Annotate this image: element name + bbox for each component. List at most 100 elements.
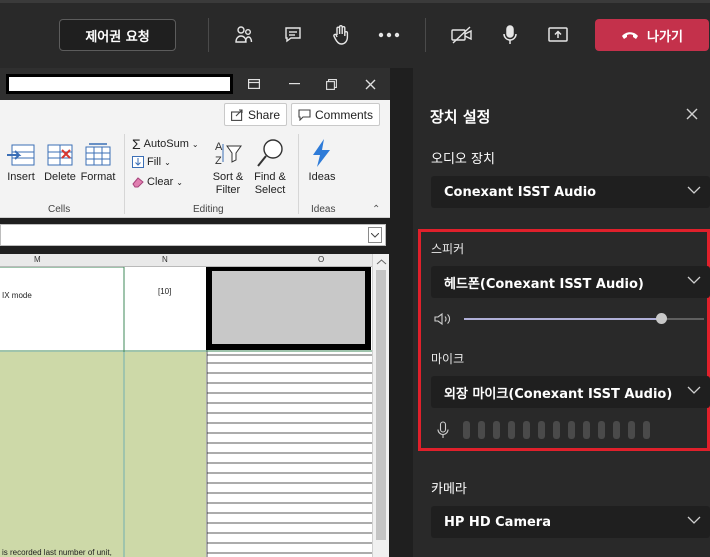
- share-icon: [231, 108, 243, 121]
- shared-screen: Share Comments Insert Delete Format Cell…: [0, 68, 408, 557]
- comments-button[interactable]: Comments: [291, 103, 381, 126]
- cell-bottom-text: is recorded last number of unit,: [2, 548, 112, 557]
- request-control-button[interactable]: 제어권 요청: [59, 19, 176, 51]
- clear-label: Clear: [147, 176, 174, 188]
- share-button[interactable]: Share: [224, 103, 288, 126]
- top-strip: [0, 0, 710, 3]
- raise-hand-icon[interactable]: [326, 20, 356, 50]
- share-border: [390, 68, 408, 557]
- fill-button[interactable]: Fill ⌄: [132, 156, 171, 168]
- ribbon-display-icon[interactable]: [243, 74, 265, 94]
- mic-level-bar: [598, 421, 605, 439]
- device-settings-panel: 장치 설정 오디오 장치 Conexant ISST Audio 스피커 헤드폰…: [413, 68, 710, 557]
- mic-level-meter: [463, 421, 650, 439]
- ribbon-divider: [124, 134, 125, 214]
- mic-level-bar: [553, 421, 560, 439]
- column-header-m[interactable]: M: [34, 255, 41, 264]
- mic-level-bar: [493, 421, 500, 439]
- scroll-up-icon[interactable]: [373, 255, 390, 269]
- restore-icon[interactable]: [320, 74, 342, 94]
- redacted-title: [6, 74, 233, 94]
- more-icon[interactable]: [374, 20, 404, 50]
- close-icon[interactable]: [685, 106, 701, 122]
- formula-expand-icon[interactable]: [368, 227, 382, 243]
- toolbar-separator: [425, 18, 426, 52]
- volume-slider-thumb[interactable]: [655, 313, 667, 324]
- cells-group-label: Cells: [48, 204, 71, 215]
- panel-title: 장치 설정: [430, 108, 491, 126]
- column-headers: M N O: [0, 254, 372, 267]
- format-label: Format: [80, 171, 116, 183]
- cell-m-text: IX mode: [2, 291, 32, 300]
- editing-group-label: Editing: [193, 204, 224, 215]
- cell-n-text: [10]: [158, 287, 172, 296]
- formula-bar[interactable]: [0, 224, 386, 246]
- scroll-thumb[interactable]: [376, 270, 386, 540]
- mic-level-bar: [523, 421, 530, 439]
- format-button[interactable]: Format: [80, 136, 116, 184]
- speaker-device-value: 헤드폰(Conexant ISST Audio): [444, 276, 644, 292]
- spreadsheet-grid[interactable]: IX mode [10] is recorded last number of …: [0, 267, 372, 557]
- minimize-icon[interactable]: [283, 74, 305, 94]
- lightning-icon: [313, 139, 330, 167]
- eraser-icon: [132, 177, 144, 188]
- share-screen-icon[interactable]: [543, 20, 573, 50]
- camera-off-icon[interactable]: [447, 20, 477, 50]
- magnifier-icon: [257, 139, 283, 167]
- sort-filter-button[interactable]: AZ Sort & Filter: [208, 136, 248, 197]
- ribbon-divider: [298, 134, 299, 214]
- speaker-label: 스피커: [431, 242, 465, 256]
- clear-button[interactable]: Clear ⌄: [132, 176, 183, 188]
- column-header-o[interactable]: O: [318, 255, 324, 264]
- audio-device-dropdown[interactable]: Conexant ISST Audio: [431, 176, 710, 208]
- mic-level-bar: [643, 421, 650, 439]
- find-select-label: Find & Select: [254, 171, 286, 196]
- microphone-icon: [437, 421, 449, 438]
- highlight-box: [418, 229, 710, 451]
- mic-dropdown[interactable]: 외장 마이크(Conexant ISST Audio): [431, 376, 710, 408]
- autosum-label: AutoSum: [143, 138, 189, 150]
- camera-label: 카메라: [431, 482, 467, 497]
- delete-label: Delete: [44, 171, 76, 183]
- find-select-button[interactable]: Find & Select: [250, 136, 290, 197]
- delete-button[interactable]: Delete: [42, 136, 78, 184]
- meeting-toolbar: 제어권 요청 나가기: [0, 0, 710, 68]
- chevron-down-icon: ⌄: [164, 157, 171, 167]
- vertical-scrollbar[interactable]: [372, 254, 389, 557]
- ideas-button[interactable]: Ideas: [303, 136, 341, 184]
- mic-level-bar: [508, 421, 515, 439]
- fill-label: Fill: [147, 156, 162, 168]
- mic-device-value: 외장 마이크(Conexant ISST Audio): [444, 386, 673, 402]
- speaker-dropdown[interactable]: 헤드폰(Conexant ISST Audio): [431, 266, 710, 298]
- chevron-down-icon: [687, 516, 701, 524]
- close-icon[interactable]: [359, 74, 381, 94]
- autosum-button[interactable]: Σ AutoSum ⌄: [132, 136, 199, 152]
- toolbar-separator: [208, 18, 209, 52]
- hangup-icon: [622, 32, 639, 39]
- insert-cells-icon: [7, 144, 35, 166]
- mic-level-bar: [478, 421, 485, 439]
- format-cells-icon: [85, 143, 111, 166]
- column-header-n[interactable]: N: [162, 255, 168, 264]
- delete-cells-icon: [47, 144, 73, 166]
- chevron-down-icon: [687, 186, 701, 194]
- mic-level-bar: [463, 421, 470, 439]
- ideas-group-label: Ideas: [311, 204, 336, 215]
- chevron-down-icon: ⌄: [176, 177, 183, 187]
- ideas-label: Ideas: [308, 171, 336, 183]
- sort-filter-icon: AZ: [215, 141, 242, 167]
- leave-button[interactable]: 나가기: [595, 19, 709, 51]
- insert-label: Insert: [7, 171, 35, 183]
- insert-button[interactable]: Insert: [4, 136, 38, 184]
- leave-label: 나가기: [647, 29, 683, 45]
- chat-icon[interactable]: [278, 20, 308, 50]
- mic-level-bar: [583, 421, 590, 439]
- camera-dropdown[interactable]: HP HD Camera: [431, 506, 710, 538]
- mic-icon[interactable]: [495, 20, 525, 50]
- collapse-ribbon-icon[interactable]: ⌃: [372, 204, 380, 215]
- comment-icon: [298, 108, 311, 121]
- mic-label: 마이크: [431, 352, 465, 366]
- people-icon[interactable]: [229, 20, 259, 50]
- sort-filter-label: Sort & Filter: [212, 171, 244, 196]
- sigma-icon: Σ: [132, 136, 141, 152]
